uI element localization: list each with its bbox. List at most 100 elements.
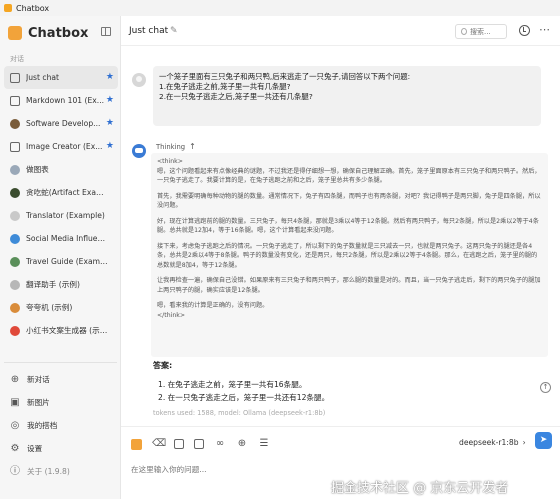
image-upload-icon[interactable] — [174, 439, 184, 449]
think-paragraph: 首先，我需要明确每种动物的腿的数量。通常情况下，兔子有四条腿，而鸭子也有两条腿，… — [157, 192, 541, 210]
user-message-line: 2.在一只兔子逃走之后,笼子里一共还有几条腿? — [159, 92, 313, 101]
avatar-icon — [10, 279, 20, 290]
edit-title-icon[interactable]: ✎ — [170, 26, 178, 36]
avatar-icon — [10, 164, 20, 175]
think-paragraph: 嗯，看来我的计算是正确的，没有问题。 — [157, 302, 269, 309]
token-usage-info: tokens used: 1588, model: Ollama (deepse… — [153, 409, 326, 417]
partner-icon[interactable] — [131, 438, 142, 450]
conversation-item[interactable]: 做图表 — [4, 158, 118, 181]
user-message-line: 一个笼子里面有三只兔子和两只鸭,后来逃走了一只兔子,请回答以下两个问题: — [159, 72, 411, 81]
assistant-avatar — [132, 144, 146, 158]
avatar-icon — [10, 233, 20, 244]
avatar-icon — [10, 256, 20, 267]
search-icon — [461, 28, 467, 35]
globe-icon[interactable]: ⊕ — [236, 438, 248, 450]
chat-title: Just chat — [129, 26, 169, 36]
my-partners-button[interactable]: ◎ 我的搭档 — [4, 414, 118, 437]
conversation-item[interactable]: Social Media Influencer ... — [4, 227, 118, 250]
star-icon[interactable]: ★ — [106, 118, 114, 128]
search-input[interactable] — [470, 27, 506, 36]
thinking-toggle[interactable]: Thinking ↑ — [156, 142, 196, 151]
gear-icon: ⚙ — [10, 442, 20, 454]
more-options-icon[interactable]: ⋯ — [539, 23, 550, 36]
avatar-icon — [10, 302, 20, 313]
conversation-label: 夸夸机 (示例) — [26, 303, 73, 312]
settings-button[interactable]: ⚙ 设置 — [4, 437, 118, 460]
image-icon: ▣ — [10, 396, 20, 408]
thinking-label: Thinking — [156, 142, 186, 151]
model-selector[interactable]: deepseek-r1:8b › — [459, 438, 526, 447]
think-paragraph: </think> — [157, 311, 186, 319]
conversation-item[interactable]: 翻译助手 (示例) — [4, 273, 118, 296]
window-title: Chatbox — [16, 3, 50, 13]
answer-title: 答案: — [153, 361, 173, 370]
composer-toolbar: ⌫ ∞ ⊕ ☰ — [131, 438, 270, 450]
history-icon[interactable] — [519, 25, 530, 36]
conversations-section-label: 对话 — [10, 55, 24, 63]
conversation-item[interactable]: Just chat ★ — [4, 66, 118, 89]
conversation-item[interactable]: Image Creator (Ex... ★ — [4, 135, 118, 158]
chat-icon — [10, 95, 20, 106]
avatar-icon — [10, 325, 20, 336]
think-paragraph: 接下来，考虑兔子逃跑之后的情况。一只兔子逃走了，所以剩下的兔子数量就是三只减去一… — [157, 242, 538, 269]
sidebar-divider — [4, 362, 117, 363]
assistant-answer: 答案: 1. 在兔子逃走之前，笼子里一共有16条腿。 2. 在一只兔子逃走之后，… — [151, 360, 541, 404]
new-image-label: 新图片 — [27, 398, 50, 407]
conversation-item[interactable]: 贪吃蛇(Artifact Example) — [4, 181, 118, 204]
chevron-right-icon: › — [522, 438, 526, 447]
send-button[interactable]: ➤ — [535, 432, 552, 449]
conversation-label: Just chat — [26, 73, 60, 82]
star-icon[interactable]: ★ — [106, 141, 114, 151]
composer: ⌫ ∞ ⊕ ☰ deepseek-r1:8b › ➤ 掘金技术社区 @ 京东云开… — [121, 426, 560, 499]
user-message-bubble: 一个笼子里面有三只兔子和两只鸭,后来逃走了一只兔子,请回答以下两个问题: 1.在… — [153, 66, 541, 126]
conversation-item[interactable]: Markdown 101 (Ex... ★ — [4, 89, 118, 112]
folder-icon[interactable] — [194, 439, 204, 449]
new-image-button[interactable]: ▣ 新图片 — [4, 391, 118, 414]
eraser-icon[interactable]: ⌫ — [152, 438, 166, 450]
brand-name: Chatbox — [28, 25, 89, 41]
answer-list: 1. 在兔子逃走之前，笼子里一共有16条腿。 2. 在一只兔子逃走之后，笼子里一… — [158, 378, 541, 404]
info-icon: ⓘ — [10, 465, 20, 477]
conversation-item[interactable]: Travel Guide (Example) — [4, 250, 118, 273]
conversation-label: Software Develop... — [26, 119, 101, 128]
about-button[interactable]: ⓘ 关于 (1.9.8) — [4, 460, 118, 483]
conversation-label: 做图表 — [26, 165, 49, 174]
conversation-label: Translator (Example) — [26, 211, 105, 220]
think-paragraph: 嗯，这个问题看起来有点像经典的谜题，不过我还是得仔细想一想，确保自己理解正确。首… — [157, 167, 541, 185]
window-titlebar: Chatbox — [0, 0, 560, 16]
avatar-icon — [10, 187, 20, 198]
about-label: 关于 (1.9.8) — [27, 467, 70, 476]
thinking-content: <think> 嗯，这个问题看起来有点像经典的谜题，不过我还是得仔细想一想，确保… — [151, 153, 548, 357]
message-input[interactable] — [131, 465, 431, 474]
conversation-label: Image Creator (Ex... — [26, 142, 103, 151]
conversation-label: Travel Guide (Example) — [26, 257, 108, 266]
search-box[interactable] — [455, 24, 507, 39]
conversation-item[interactable]: Translator (Example) — [4, 204, 118, 227]
answer-item: 1. 在兔子逃走之前，笼子里一共有16条腿。 — [158, 380, 307, 389]
conversation-label: 贪吃蛇(Artifact Example) — [26, 188, 108, 197]
star-icon[interactable]: ★ — [106, 72, 114, 82]
plus-circle-icon: ⊕ — [10, 373, 20, 385]
watermark: 掘金技术社区 @ 京东云开发者 — [331, 481, 509, 496]
my-partners-label: 我的搭档 — [27, 421, 58, 430]
conversation-label: 翻译助手 (示例) — [26, 280, 80, 289]
new-chat-button[interactable]: ⊕ 新对话 — [4, 368, 118, 391]
new-chat-label: 新对话 — [27, 375, 50, 384]
star-icon[interactable]: ★ — [106, 95, 114, 105]
link-icon[interactable]: ∞ — [214, 438, 226, 450]
think-paragraph: 好，现在计算逃跑前的腿的数量。三只兔子，每只4条腿，那就是3乘以4等于12条腿。… — [157, 217, 539, 235]
chatbox-logo-icon — [8, 26, 22, 40]
conversation-label: 小红书文案生成器 (示例) — [26, 326, 108, 335]
app-icon — [4, 4, 12, 12]
avatar-icon — [10, 118, 20, 129]
conversation-item[interactable]: 夸夸机 (示例) — [4, 296, 118, 319]
settings-sliders-icon[interactable]: ☰ — [258, 438, 270, 450]
conversation-item[interactable]: Software Develop... ★ — [4, 112, 118, 135]
sidebar-actions: ⊕ 新对话 ▣ 新图片 ◎ 我的搭档 ⚙ 设置 ⓘ 关于 (1.9.8) — [4, 368, 118, 483]
answer-item: 2. 在一只兔子逃走之后，笼子里一共还有12条腿。 — [158, 393, 330, 402]
user-message-line: 1.在兔子逃走之前,笼子里一共有几条腿? — [159, 82, 291, 91]
conversation-item[interactable]: 小红书文案生成器 (示例) — [4, 319, 118, 342]
scroll-to-top-icon[interactable]: ↑ — [540, 382, 551, 393]
avatar-icon — [10, 210, 20, 221]
sidebar-collapse-icon[interactable] — [101, 27, 111, 36]
